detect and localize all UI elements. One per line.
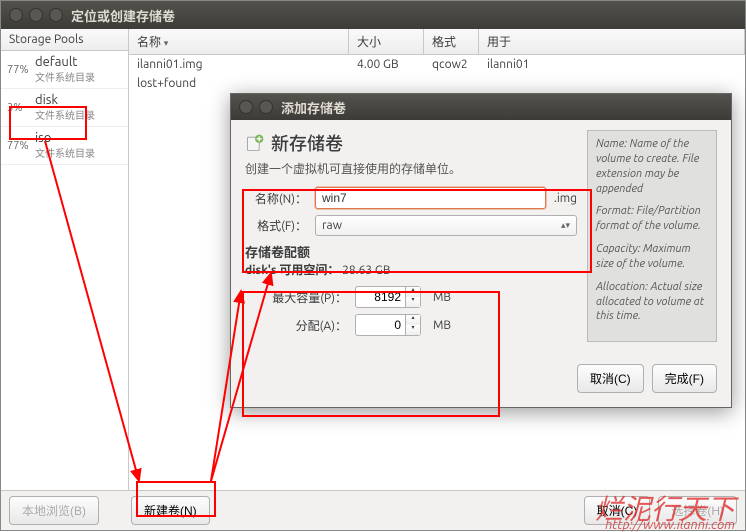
cell-used: ilanni01 [479, 55, 745, 74]
maximize-window-icon[interactable] [49, 8, 63, 22]
browse-local-button[interactable]: 本地浏览(B) [9, 496, 99, 525]
cell-name: ilanni01.img [129, 55, 349, 74]
add-volume-dialog: 添加存储卷 新存储卷 创建一个虚拟机可直接使用的存储单位。 名称(N)： .im… [230, 93, 732, 408]
pool-item-iso[interactable]: 77% iso 文件系统目录 [1, 127, 128, 165]
dialog-description: 创建一个虚拟机可直接使用的存储单位。 [245, 160, 577, 177]
pool-item-disk[interactable]: 3% disk 文件系统目录 [1, 89, 128, 127]
cell-size: 4.00 GB [349, 55, 424, 74]
close-window-icon[interactable] [9, 8, 23, 22]
unit-label: MB [433, 291, 451, 304]
dialog-cancel-button[interactable]: 取消(C) [577, 364, 644, 393]
format-value: raw [322, 219, 342, 232]
allocation-input[interactable] [355, 314, 405, 336]
th-used[interactable]: 用于 [479, 29, 745, 54]
pool-pct: 77% [7, 140, 31, 152]
th-size[interactable]: 大小 [349, 29, 424, 54]
choose-volume-button[interactable]: 选择卷(H) [658, 496, 737, 525]
dialog-heading: 新存储卷 [271, 130, 343, 156]
dialog-footer: 取消(C) 完成(F) [231, 356, 731, 407]
pool-list: 77% default 文件系统目录 3% disk 文件系统目录 77% is… [1, 51, 128, 490]
name-label: 名称(N)： [245, 190, 307, 207]
name-input[interactable] [315, 187, 546, 209]
help-allocation: Allocation: Actual size allocated to vol… [596, 280, 708, 325]
cell-size [349, 74, 424, 93]
table-row[interactable]: lost+found [129, 74, 745, 93]
help-panel: Name: Name of the volume to create. File… [587, 130, 717, 342]
main-titlebar: 定位或创建存储卷 [1, 1, 745, 29]
window-title: 定位或创建存储卷 [71, 6, 175, 25]
allocation-spinner[interactable]: ▴▾ [355, 314, 421, 336]
help-format: Format: File/Partition format of the vol… [596, 204, 708, 234]
chevron-updown-icon: ▴▾ [561, 220, 570, 231]
pool-item-default[interactable]: 77% default 文件系统目录 [1, 51, 128, 89]
spin-down-icon[interactable]: ▾ [406, 325, 420, 335]
storage-pools-sidebar: Storage Pools 77% default 文件系统目录 3% disk… [1, 29, 129, 490]
dialog-form: 新存储卷 创建一个虚拟机可直接使用的存储单位。 名称(N)： .img 格式(F… [245, 130, 577, 342]
table-row[interactable]: ilanni01.img 4.00 GB qcow2 ilanni01 [129, 55, 745, 74]
quota-heading: 存储卷配额 [245, 242, 577, 261]
format-select[interactable]: raw ▴▾ [315, 215, 577, 236]
window-controls [9, 8, 63, 22]
new-volume-icon [245, 133, 265, 153]
th-format[interactable]: 格式 [424, 29, 479, 54]
cell-fmt: qcow2 [424, 55, 479, 74]
max-capacity-spinner[interactable]: ▴▾ [355, 286, 421, 308]
pool-sub: 文件系统目录 [35, 107, 95, 122]
pool-sub: 文件系统目录 [35, 145, 95, 160]
minimize-dialog-icon[interactable] [259, 100, 273, 114]
new-volume-button[interactable]: 新建卷(N) [131, 496, 210, 525]
pool-name: iso [35, 131, 95, 145]
table-header-row: 名称 ▾ 大小 格式 用于 [129, 29, 745, 55]
allocation-label: 分配(A)： [257, 317, 347, 334]
dialog-titlebar: 添加存储卷 [231, 94, 731, 120]
th-name[interactable]: 名称 ▾ [129, 29, 349, 54]
pool-pct: 77% [7, 64, 31, 76]
max-capacity-input[interactable] [355, 286, 405, 308]
help-capacity: Capacity: Maximum size of the volume. [596, 242, 708, 272]
pool-sub: 文件系统目录 [35, 69, 95, 84]
cell-fmt [424, 74, 479, 93]
dialog-finish-button[interactable]: 完成(F) [652, 364, 717, 393]
close-dialog-icon[interactable] [239, 100, 253, 114]
format-label: 格式(F)： [245, 217, 307, 234]
spin-down-icon[interactable]: ▾ [406, 297, 420, 307]
sort-icon: ▾ [164, 38, 169, 48]
pool-pct: 3% [7, 102, 31, 114]
name-suffix: .img [554, 192, 577, 205]
main-cancel-button[interactable]: 取消(C) [584, 496, 651, 525]
available-space: disk's 可用空间： 28.63 GB [245, 261, 577, 278]
pool-name: default [35, 55, 95, 69]
cell-name: lost+found [129, 74, 349, 93]
dialog-window-controls [239, 100, 273, 114]
cell-used [479, 74, 745, 93]
minimize-window-icon[interactable] [29, 8, 43, 22]
bottom-toolbar: 本地浏览(B) 新建卷(N) 取消(C) 选择卷(H) [1, 490, 745, 530]
dialog-title: 添加存储卷 [281, 98, 346, 117]
unit-label: MB [433, 319, 451, 332]
pool-name: disk [35, 93, 95, 107]
help-name: Name: Name of the volume to create. File… [596, 137, 708, 196]
max-capacity-label: 最大容量(P)： [257, 289, 347, 306]
sidebar-header: Storage Pools [1, 29, 128, 51]
